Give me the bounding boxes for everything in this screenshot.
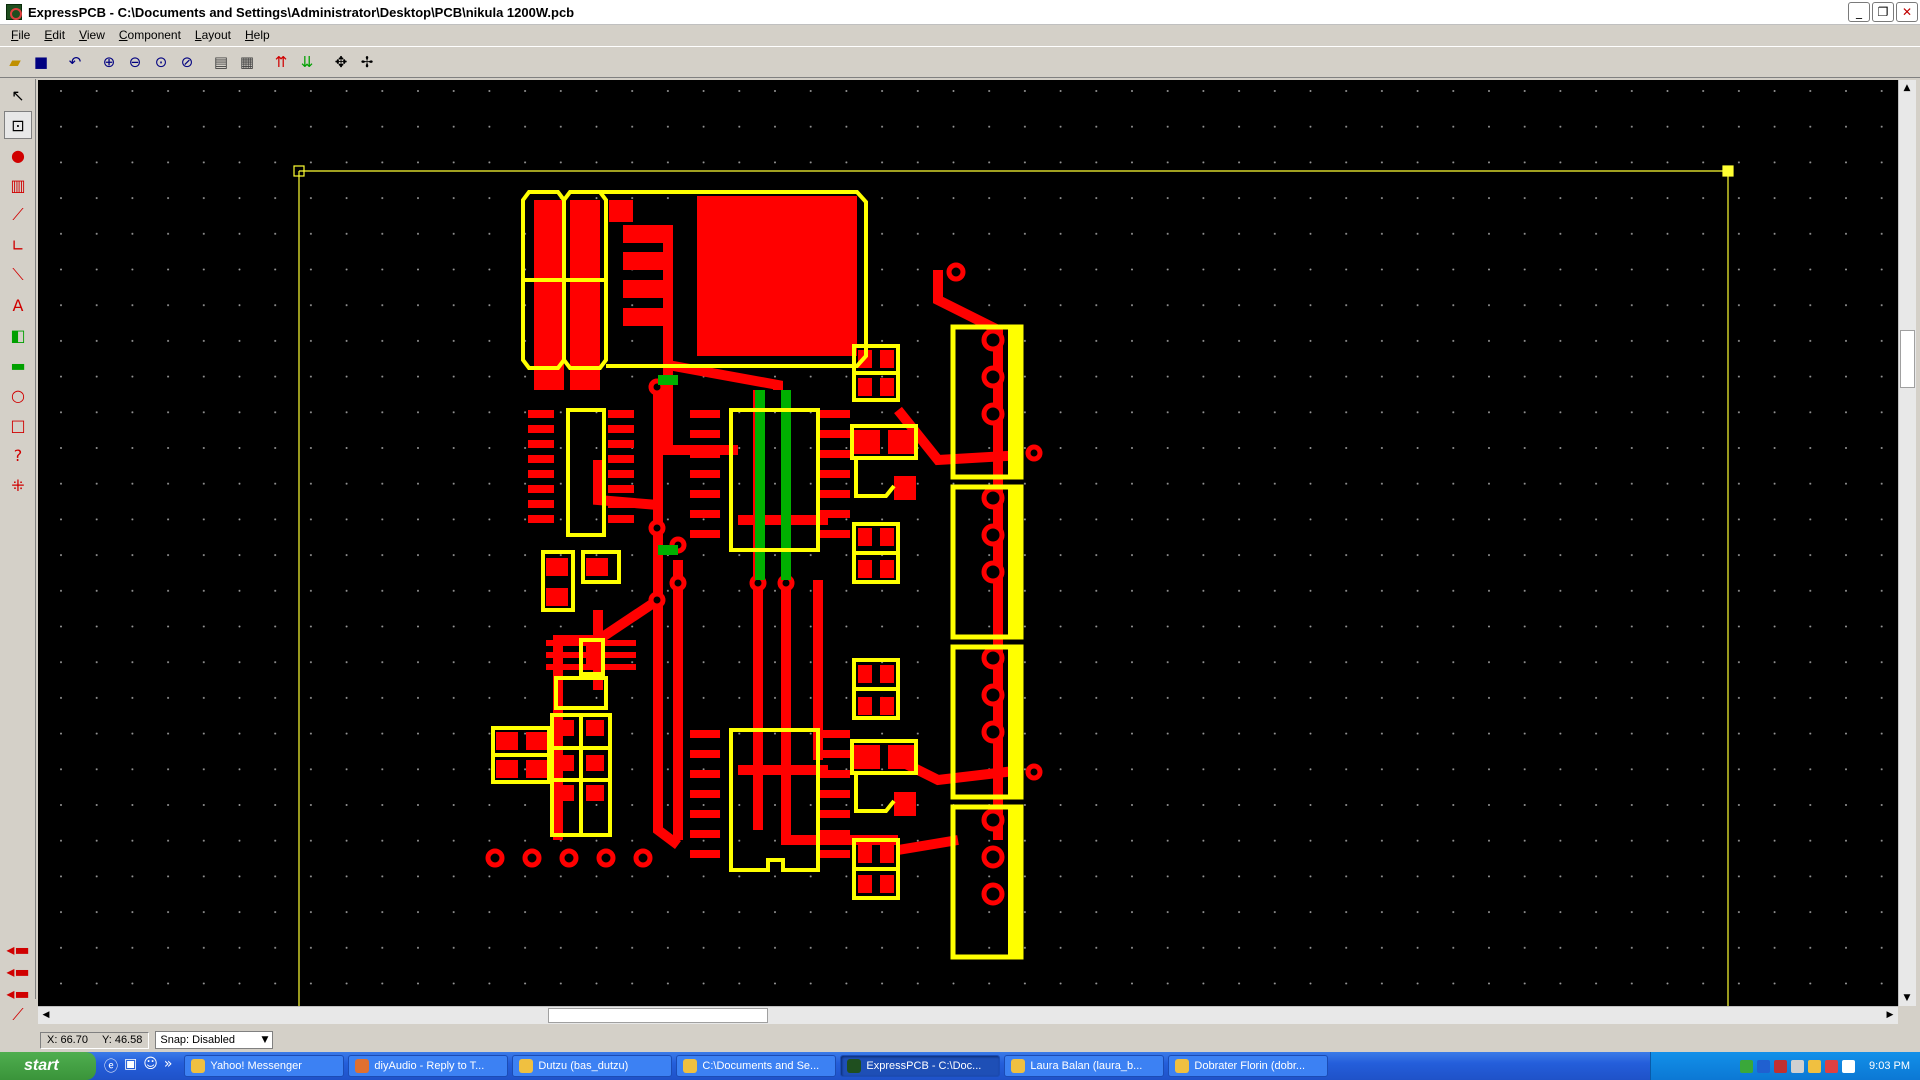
chat-icon [519,1059,534,1073]
properties-icon[interactable]: ▤ [208,49,234,75]
cursor-coordinates: X: 66.70 Y: 46.58 [40,1031,150,1049]
pointer-icon[interactable]: ↖ [4,81,32,109]
place-component-icon[interactable]: ▦ [234,49,260,75]
tray-antivirus-icon[interactable] [1774,1059,1788,1073]
component-icon[interactable]: ▥ [4,171,32,199]
x-coordinate: X: 66.70 [47,1034,88,1046]
tray-app-icon-3[interactable] [1842,1059,1856,1073]
horizontal-scrollbar[interactable]: ◀ ▶ [38,1006,1898,1024]
close-button[interactable]: ✕ [1896,2,1918,22]
task-dutzu[interactable]: Dutzu (bas_dutzu) [512,1055,673,1077]
task-dobrater-florin[interactable]: Dobrater Florin (dobr... [1168,1055,1329,1077]
status-bar: X: 66.70 Y: 46.58 Snap: Disabled ▼ [0,1030,1920,1050]
task-yahoo-messenger[interactable]: Yahoo! Messenger [184,1055,345,1077]
system-tray: 9:03 PM [1650,1052,1920,1080]
firefox-icon [355,1059,370,1073]
task-diyaudio[interactable]: diyAudio - Reply to T... [348,1055,509,1077]
layer-down-icon[interactable]: ◂▬ [4,961,32,981]
ratsnest-icon[interactable]: ⟋ [4,1005,32,1025]
desktop-icon[interactable]: ▣ [124,1056,137,1076]
menu-help[interactable]: Help [238,28,277,42]
scroll-left-arrow-icon[interactable]: ◀ [38,1007,54,1023]
snap-dropdown[interactable]: Snap: Disabled ▼ [155,1031,274,1049]
menu-edit[interactable]: Edit [37,28,72,42]
chat-icon [1011,1059,1026,1073]
folder-icon [683,1059,698,1073]
tray-volume-icon[interactable] [1791,1059,1805,1073]
scroll-down-arrow-icon[interactable]: ▼ [1899,990,1915,1006]
menu-component[interactable]: Component [112,28,188,42]
window-controls: _ ❐ ✕ [1848,2,1918,22]
horizontal-scroll-thumb[interactable] [548,1008,768,1023]
tray-messenger-icon[interactable] [1808,1059,1822,1073]
zoom-out-icon[interactable]: ⊖ [122,49,148,75]
bottom-layer-icon[interactable]: ⇊ [294,49,320,75]
corner-icon[interactable]: ∟ [4,231,32,259]
save-icon[interactable]: ■ [28,49,54,75]
title-bar: ExpressPCB - C:\Documents and Settings\A… [0,0,1920,25]
top-layer-icon[interactable]: ⇈ [268,49,294,75]
tray-network-icon[interactable] [1757,1059,1771,1073]
rectangle-icon[interactable]: □ [4,411,32,439]
vertical-scrollbar[interactable]: ▲ ▼ [1898,80,1916,1006]
task-laura-balan[interactable]: Laura Balan (laura_b... [1004,1055,1165,1077]
tray-app-icon-1[interactable] [1740,1059,1754,1073]
diagonal-trace-icon[interactable]: ⟍ [4,261,32,289]
zoom-in-icon[interactable]: ⊕ [96,49,122,75]
open-icon[interactable]: ▰ [2,49,28,75]
expresspcb-icon [847,1059,862,1073]
start-button[interactable]: start [0,1052,96,1080]
menu-bar: File Edit View Component Layout Help [0,25,1920,45]
text-icon[interactable]: A [4,291,32,319]
task-documents-folder[interactable]: C:\Documents and Se... [676,1055,837,1077]
trace-icon[interactable]: ⟋ [4,201,32,229]
yahoo-icon [191,1059,206,1073]
layer-up-icon[interactable]: ◂▬ [4,939,32,959]
ie-icon[interactable]: ⓔ [104,1056,118,1076]
zoom-tool-icon[interactable]: ⊡ [4,111,32,139]
pcb-canvas[interactable] [38,80,1898,1006]
zoom-fit-icon[interactable]: ⊙ [148,49,174,75]
left-tool-palette: ↖ ⊡ ● ▥ ⟋ ∟ ⟍ A ◧ ▬ ○ □ ? ⁜ ◂▬ ◂▬ ◂▬ ⟋ [0,79,36,1024]
pcb-layout-drawing[interactable] [38,80,1898,1006]
window-title: ExpressPCB - C:\Documents and Settings\A… [28,4,575,20]
query-icon[interactable]: ? [4,441,32,469]
zoom-previous-icon[interactable]: ⊘ [174,49,200,75]
part-icon[interactable]: ▬ [4,351,32,379]
minimize-button[interactable]: _ [1848,2,1870,22]
tray-app-icon-2[interactable] [1825,1059,1839,1073]
vertical-scroll-thumb[interactable] [1900,330,1915,388]
pad-icon[interactable]: ● [4,141,32,169]
menu-view[interactable]: View [72,28,112,42]
circle-icon[interactable]: ○ [4,381,32,409]
layer-list-icon[interactable]: ◂▬ [4,983,32,1003]
quicklaunch-more[interactable]: » [164,1056,173,1076]
chat-icon [1175,1059,1190,1073]
task-expresspcb[interactable]: ExpressPCB - C:\Doc... [840,1055,1001,1077]
move-icon[interactable]: ✢ [354,49,380,75]
dropdown-arrow-icon[interactable]: ▼ [261,1035,268,1045]
scroll-right-arrow-icon[interactable]: ▶ [1882,1007,1898,1023]
menu-layout[interactable]: Layout [188,28,238,42]
expresspcb-app-icon[interactable] [6,4,22,20]
snap-value: Snap: Disabled [160,1034,235,1046]
y-coordinate: Y: 46.58 [101,1034,143,1046]
node-icon[interactable]: ⁜ [4,471,32,499]
quick-launch: ⓔ ▣ ☺ » [96,1056,180,1076]
maximize-button[interactable]: ❐ [1872,2,1894,22]
layer-swap-icon[interactable]: ◧ [4,321,32,349]
menu-file[interactable]: File [4,28,37,42]
undo-icon[interactable]: ↶ [62,49,88,75]
pan-icon[interactable]: ✥ [328,49,354,75]
messenger-icon[interactable]: ☺ [143,1056,158,1076]
scroll-up-arrow-icon[interactable]: ▲ [1899,80,1915,96]
windows-taskbar: start ⓔ ▣ ☺ » Yahoo! Messenger diyAudio … [0,1052,1920,1080]
main-toolbar: ▰ ■ ↶ ⊕ ⊖ ⊙ ⊘ ▤ ▦ ⇈ ⇊ ✥ ✢ [0,46,1920,78]
taskbar-clock[interactable]: 9:03 PM [1869,1060,1910,1072]
